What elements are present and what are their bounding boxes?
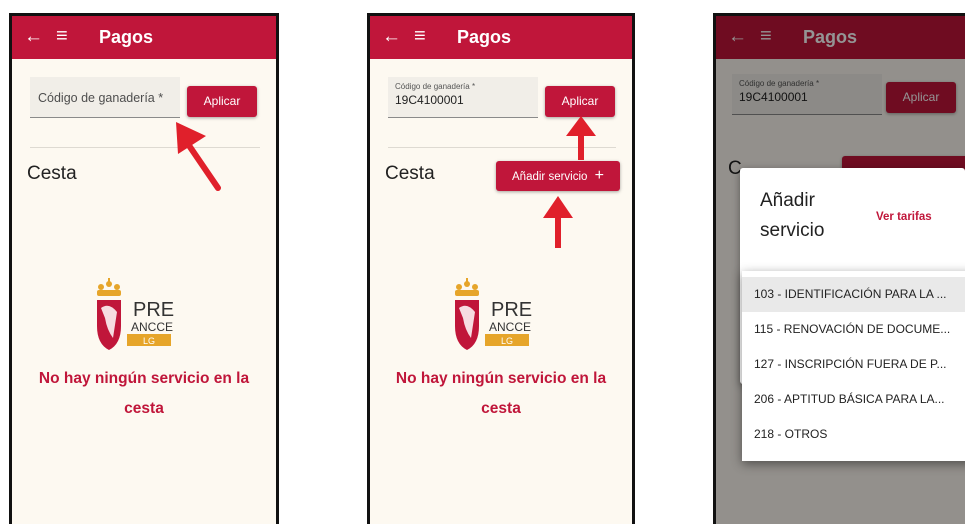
pointer-arrow-icon [566,116,596,160]
back-arrow-icon[interactable]: ← [24,26,43,48]
back-arrow-icon[interactable]: ← [382,26,401,48]
service-option[interactable]: 206 - APTITUD BÁSICA PARA LA... [742,382,965,417]
ganaderia-code-placeholder: Código de ganadería * [38,91,164,105]
ganaderia-code-value: 19C4100001 [395,93,464,107]
apply-button-label: Aplicar [561,94,599,108]
apply-button-label: Aplicar [203,94,241,108]
plus-icon: + [594,167,604,184]
logo-ancce-text: ANCCE [131,320,173,334]
hamburger-menu-icon[interactable]: ≡ [56,25,68,47]
service-option[interactable]: 103 - IDENTIFICACIÓN PARA LA ... [742,277,965,312]
empty-cart-line2: cesta [124,400,164,417]
cart-title: Cesta [27,163,77,184]
ganaderia-code-input[interactable]: Código de ganadería * 19C4100001 [388,77,538,118]
dialog-title-line1: Añadir [760,190,815,211]
dialog-title: Añadir servicio [760,186,840,246]
app-bar: ← ≡ Pagos [370,16,632,59]
service-option[interactable]: 127 - INSCRIPCIÓN FUERA DE P... [742,347,965,382]
view-rates-link[interactable]: Ver tarifas [876,211,932,223]
service-dropdown-list: 103 - IDENTIFICACIÓN PARA LA ... 115 - R… [742,271,965,461]
phone-screen-1: ← ≡ Pagos Código de ganadería * Aplicar … [9,13,279,524]
phone-screen-3: ← ≡ Pagos Código de ganadería * 19C41000… [713,13,965,524]
add-service-button[interactable]: Añadir servicio + [496,161,620,191]
ganaderia-code-input[interactable]: Código de ganadería * [30,77,180,118]
app-title: Pagos [457,27,512,47]
empty-cart-line1: No hay ningún servicio en la [38,370,250,387]
empty-cart-message: No hay ningún servicio en la cesta [370,364,632,424]
apply-button[interactable]: Aplicar [545,86,615,117]
cart-title: Cesta [385,163,435,184]
pre-ancce-logo: PRE ANCCE LG [97,278,174,350]
crown-icon [455,278,479,296]
empty-cart-message: No hay ningún servicio en la cesta [12,364,276,424]
crown-icon [97,278,121,296]
logo-pre-text: PRE [133,299,174,321]
empty-cart-line1: No hay ningún servicio en la [395,370,607,387]
pointer-arrow-icon [543,196,573,248]
app-title: Pagos [99,27,154,47]
logo-ancce-text: ANCCE [489,320,531,334]
phone-screen-2: ← ≡ Pagos Código de ganadería * 19C41000… [367,13,635,524]
app-bar: ← ≡ Pagos [12,16,276,59]
logo-pre-text: PRE [491,299,532,321]
pointer-arrow-icon [176,122,221,191]
ganaderia-code-label: Código de ganadería * [395,82,476,91]
logo-lg-text: LG [501,336,513,346]
pre-ancce-logo: PRE ANCCE LG [455,278,532,350]
apply-button[interactable]: Aplicar [187,86,257,117]
service-option[interactable]: 218 - OTROS [742,417,965,452]
logo-lg-text: LG [143,336,155,346]
hamburger-menu-icon[interactable]: ≡ [414,25,426,47]
dialog-title-line2: servicio [760,220,825,241]
empty-cart-line2: cesta [481,400,521,417]
add-service-label: Añadir servicio [512,171,588,183]
service-option[interactable]: 115 - RENOVACIÓN DE DOCUME... [742,312,965,347]
